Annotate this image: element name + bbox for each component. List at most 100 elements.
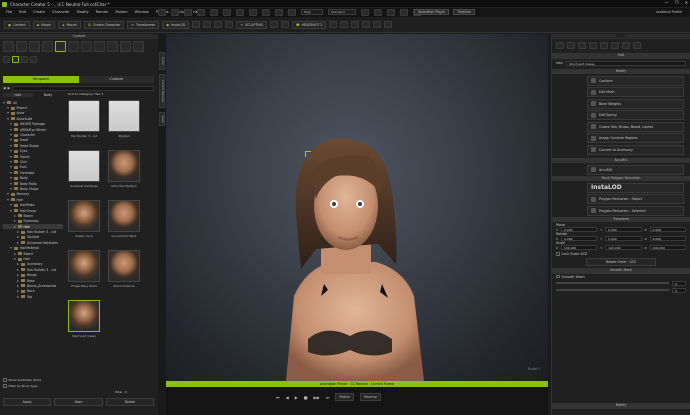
show-subfolder-option[interactable]: Show Subfolder Items <box>3 378 41 382</box>
scale-x-field[interactable]: 100.000 <box>560 245 598 250</box>
accessory-category-icon[interactable] <box>81 41 92 52</box>
modify-button[interactable]: Edit Spring <box>587 110 684 120</box>
scale-icon[interactable] <box>262 8 270 16</box>
expand-arrow-icon[interactable] <box>10 128 12 131</box>
expand-arrow-icon[interactable] <box>10 247 12 250</box>
tool-icon-4[interactable] <box>225 21 234 28</box>
expand-arrow-icon[interactable] <box>10 160 12 163</box>
expand-arrow-icon[interactable] <box>10 204 12 207</box>
render-icon[interactable] <box>361 8 369 16</box>
tool-icon-11[interactable] <box>373 21 382 28</box>
path-bar[interactable] <box>12 85 154 91</box>
visual-tab[interactable]: Visual <box>159 112 165 126</box>
maximize-button[interactable]: ❐ <box>675 0 679 5</box>
morph-button[interactable]: ◆ Morph <box>32 21 56 29</box>
rotate-z-field[interactable]: 0.000 <box>649 236 687 241</box>
open-icon[interactable] <box>171 8 179 16</box>
tab-body[interactable]: Body <box>33 93 63 97</box>
tool-icon-7[interactable] <box>329 21 338 28</box>
tool-icon-2[interactable] <box>203 21 212 28</box>
menu-motion[interactable]: Motion <box>115 10 127 14</box>
display-dropdown[interactable]: Standard <box>328 8 356 15</box>
smooth-slider-2[interactable] <box>556 289 669 291</box>
sort-category[interactable]: Sort to Category: Hair ▾ <box>68 92 103 96</box>
morph-category-icon[interactable] <box>16 41 27 52</box>
tool-icon-12[interactable] <box>384 21 393 28</box>
content-item[interactable]: Stylized <box>108 100 140 142</box>
xray-icon[interactable] <box>400 8 408 16</box>
expand-arrow-icon[interactable] <box>10 144 12 147</box>
content-item[interactable]: Short part messy <box>68 300 100 342</box>
motion-category-icon[interactable] <box>107 41 118 52</box>
redo-icon[interactable] <box>210 8 218 16</box>
expand-arrow-icon[interactable] <box>17 241 19 244</box>
filter-option[interactable]: Filter by Show Type <box>3 384 37 388</box>
modify-tab-5[interactable] <box>600 42 608 49</box>
modify-button[interactable]: Bone Weights <box>587 98 684 109</box>
polygon-reduction-object-button[interactable]: Polygon Reduction - Object <box>587 194 684 204</box>
modify-tab-2[interactable] <box>567 42 575 49</box>
cloth-category-icon[interactable] <box>68 41 79 52</box>
modify-button[interactable]: Edit Mesh <box>587 87 684 97</box>
quality-dropdown[interactable]: High <box>301 8 323 15</box>
hair-category-icon[interactable] <box>55 41 66 52</box>
instalod-logo-button[interactable]: InstaLOD <box>587 182 684 193</box>
back-icon[interactable]: ◀ <box>3 86 6 90</box>
expand-arrow-icon[interactable] <box>17 236 19 239</box>
expand-arrow-icon[interactable] <box>13 214 16 217</box>
content-button[interactable]: ▣ Content <box>4 21 30 29</box>
tab-custom[interactable]: Custom <box>78 76 154 83</box>
expand-arrow-icon[interactable] <box>17 231 19 234</box>
animation-player-button[interactable]: Animation Player <box>414 9 450 15</box>
modify-tab-4[interactable] <box>589 42 597 49</box>
expand-arrow-icon[interactable] <box>17 279 19 282</box>
expand-arrow-icon[interactable] <box>6 112 9 115</box>
expand-arrow-icon[interactable] <box>13 225 16 228</box>
content-item[interactable]: Fringe Wavy Short <box>68 250 100 292</box>
save-button[interactable]: Save <box>54 398 103 406</box>
instalod-button[interactable]: ◉ InstaLOD <box>162 21 190 29</box>
expand-arrow-icon[interactable] <box>17 295 19 298</box>
content-manager-tab[interactable]: Content Manager <box>159 74 165 108</box>
undo-icon[interactable] <box>197 8 205 16</box>
scale-z-field[interactable]: 100.000 <box>649 245 687 250</box>
transformer-button[interactable]: ⟳ Transformer <box>127 21 160 29</box>
tab-hair[interactable]: Hair <box>3 93 33 97</box>
delete-button[interactable]: Delete <box>105 398 154 406</box>
polygon-reduction-selected-button[interactable]: Polygon Reduction - Selected <box>587 205 684 216</box>
move-z-field[interactable]: 0.000 <box>649 227 687 232</box>
grid-icon[interactable] <box>374 8 382 16</box>
first-frame-icon[interactable]: ⏮ <box>276 395 280 400</box>
camera-icon[interactable] <box>275 8 283 16</box>
head-category-icon[interactable] <box>29 41 40 52</box>
light-icon[interactable] <box>288 8 296 16</box>
content-item[interactable]: Classic Curls <box>68 200 100 242</box>
motion-button[interactable]: Motion <box>335 393 355 401</box>
play-icon[interactable]: ▶ <box>295 395 298 400</box>
expand-arrow-icon[interactable] <box>10 182 12 185</box>
expand-arrow-icon[interactable] <box>3 101 5 104</box>
light-category-icon[interactable] <box>133 41 144 52</box>
expand-arrow-icon[interactable] <box>6 107 9 110</box>
new-icon[interactable] <box>158 8 166 16</box>
select-icon[interactable] <box>223 8 231 16</box>
expand-arrow-icon[interactable] <box>17 268 19 271</box>
shoes-category-icon[interactable] <box>94 41 105 52</box>
create-character-button[interactable]: ☺ Create Character <box>83 21 125 29</box>
tool-icon-5[interactable] <box>270 21 279 28</box>
menu-render[interactable]: Render <box>96 10 109 14</box>
menu-file[interactable]: File <box>6 10 12 14</box>
sub-icon-3[interactable] <box>21 56 28 63</box>
tree-item[interactable]: Top <box>3 294 63 299</box>
tool-icon-3[interactable] <box>214 21 223 28</box>
modify-tab-7[interactable] <box>622 42 630 49</box>
modify-button[interactable]: Create Hair, Brows, Beard, Lashes <box>587 121 684 132</box>
expand-arrow-icon[interactable] <box>17 290 19 293</box>
last-frame-icon[interactable]: ⏭ <box>326 395 330 400</box>
apply-button[interactable]: Apply <box>3 398 52 406</box>
smooth-slider-1[interactable] <box>556 282 669 284</box>
tool-icon-8[interactable] <box>340 21 349 28</box>
smooth-mesh-checkbox[interactable] <box>556 274 560 279</box>
name-field[interactable]: Short part messy <box>565 60 686 66</box>
content-item[interactable]: Universal Hairstyles <box>68 150 100 192</box>
